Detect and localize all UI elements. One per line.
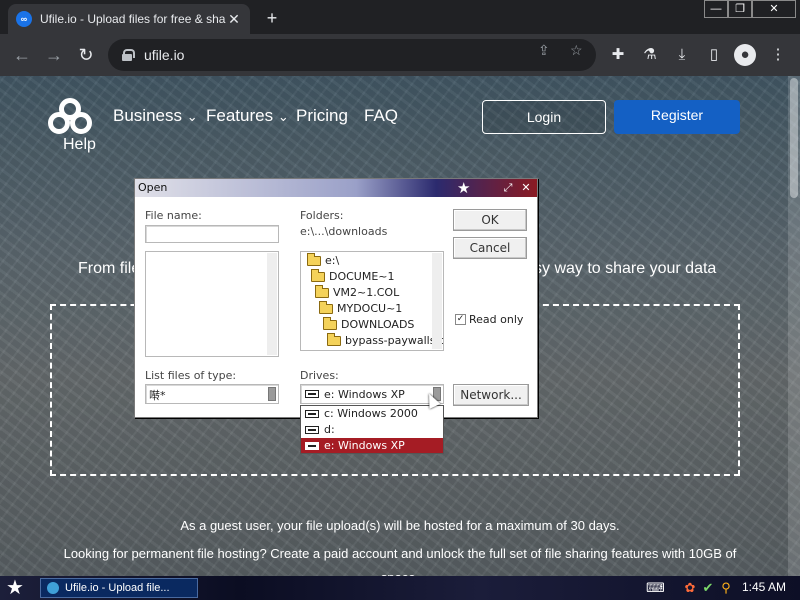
guest-notice: As a guest user, your file upload(s) wil… — [180, 518, 620, 533]
open-file-dialog: Open ★ ⤢ ✕ File name: Folders: e:\...\do… — [134, 178, 538, 418]
folder-item[interactable]: MYDOCU~1 — [319, 300, 402, 315]
dialog-title: Open — [138, 181, 168, 194]
cd-drive-icon — [305, 425, 319, 434]
folder-item[interactable]: e:\ — [307, 252, 339, 267]
drive-icon — [305, 409, 319, 418]
drives-label: Drives: — [300, 369, 339, 382]
forward-arrow-icon[interactable]: → — [42, 43, 66, 67]
keyboard-icon[interactable]: ⌨ — [646, 580, 665, 596]
search-icon[interactable]: ⚲ — [718, 580, 734, 596]
reload-icon[interactable]: ↻ — [74, 43, 98, 67]
dialog-close-icon[interactable]: ✕ — [519, 181, 533, 195]
hero-text-left: From file — [78, 260, 141, 277]
taskbar-item-label: Ufile.io - Upload file... — [65, 582, 170, 594]
tab-strip: ∞ Ufile.io - Upload files for free & sha… — [0, 0, 800, 34]
download-icon[interactable]: ⤓ — [670, 43, 694, 67]
tab-title: Ufile.io - Upload files for free & shar — [40, 12, 226, 26]
taskbar-item-ufile[interactable]: Ufile.io - Upload file... — [40, 578, 198, 598]
help-link[interactable]: Help — [63, 136, 96, 154]
minimize-button[interactable]: — — [704, 0, 728, 18]
file-list-scrollbar[interactable] — [267, 253, 277, 355]
drive-icon — [305, 441, 319, 450]
dialog-minimize-icon[interactable]: ⤢ — [501, 181, 515, 195]
open-folder-icon — [307, 252, 321, 266]
nav-features[interactable]: Features ⌄ — [206, 106, 289, 126]
taskbar: ★ Ufile.io - Upload file... ⌨ ✿ ✔ ⚲ 1:45… — [0, 576, 800, 600]
network-button[interactable]: Network... — [453, 384, 529, 406]
sync-tray-icon[interactable]: ✔ — [700, 580, 716, 596]
share-icon[interactable]: ⇪ — [538, 42, 550, 59]
nav-faq[interactable]: FAQ — [364, 106, 398, 126]
open-folder-icon — [315, 284, 329, 298]
folder-item[interactable]: DOCUME~1 — [311, 268, 395, 283]
star-icon: ★ — [457, 179, 471, 197]
dialog-titlebar[interactable]: Open — [135, 179, 537, 197]
browser-tab[interactable]: ∞ Ufile.io - Upload files for free & sha… — [8, 4, 250, 34]
folder-tree-scrollbar[interactable] — [432, 253, 442, 349]
read-only-label: Read only — [469, 313, 524, 326]
nav-pricing[interactable]: Pricing — [296, 106, 348, 126]
bookmark-star-icon[interactable]: ☆ — [570, 42, 583, 59]
menu-kebab-icon[interactable]: ⋮ — [766, 43, 790, 67]
nav-features-label: Features — [206, 106, 274, 125]
register-button[interactable]: Register — [614, 100, 740, 134]
network-tray-icon[interactable]: ✿ — [682, 580, 698, 596]
drives-select[interactable]: e: Windows XP — [300, 384, 444, 404]
folder-item[interactable]: bypass-paywalls-c — [327, 332, 443, 347]
list-type-label: List files of type: — [145, 369, 237, 382]
taskbar-clock: 1:45 AM — [742, 580, 787, 594]
nav-business[interactable]: Business ⌄ — [113, 106, 198, 126]
ufile-favicon-icon: ∞ — [16, 11, 32, 27]
tab-close-icon[interactable]: ✕ — [226, 11, 242, 28]
folders-label: Folders: — [300, 209, 344, 222]
url-text: ufile.io — [144, 47, 185, 63]
file-list[interactable] — [145, 251, 279, 357]
drives-value: e: Windows XP — [324, 387, 405, 401]
drive-option[interactable]: c: Windows 2000 — [301, 406, 443, 421]
folder-tree[interactable]: e:\ DOCUME~1 VM2~1.COL MYDOCU~1 DOWNLOAD… — [300, 251, 444, 351]
address-bar[interactable]: ufile.io — [108, 39, 596, 71]
drive-icon — [305, 390, 319, 398]
nav-business-label: Business — [113, 106, 182, 125]
star-icon[interactable]: ★ — [6, 577, 24, 599]
extensions-puzzle-icon[interactable]: ✚ — [606, 43, 630, 67]
ufile-logo[interactable] — [48, 98, 98, 138]
back-arrow-icon[interactable]: ← — [10, 43, 34, 67]
chevron-down-icon: ⌄ — [186, 109, 198, 124]
browser-toolbar: ← → ↻ ufile.io ⇪ ☆ ✚ ⚗ ⤓ ▯ ● ⋮ — [0, 34, 800, 76]
file-name-input[interactable] — [145, 225, 279, 243]
hero-text-right: sy way to share your data — [534, 260, 717, 277]
folder-icon — [327, 332, 341, 346]
lab-flask-icon[interactable]: ⚗ — [638, 43, 662, 67]
file-name-label: File name: — [145, 209, 202, 222]
open-folder-icon — [323, 316, 337, 330]
list-type-select[interactable]: 啭* — [145, 384, 279, 404]
folder-item[interactable]: VM2~1.COL — [315, 284, 399, 299]
open-folder-icon — [311, 268, 325, 282]
browser-icon — [47, 582, 59, 594]
permanent-hosting-notice: Looking for permanent file hosting? Crea… — [63, 546, 737, 576]
close-window-button[interactable]: ✕ — [752, 0, 796, 18]
restore-button[interactable]: ❐ — [728, 0, 752, 18]
drive-option[interactable]: d: — [301, 422, 443, 437]
list-type-value: 啭* — [149, 389, 166, 402]
chevron-down-icon: ⌄ — [277, 109, 289, 124]
login-button[interactable]: Login — [482, 100, 606, 134]
cancel-button[interactable]: Cancel — [453, 237, 527, 259]
open-folder-icon — [319, 300, 333, 314]
side-panel-icon[interactable]: ▯ — [702, 43, 726, 67]
new-tab-button[interactable]: + — [262, 8, 282, 28]
drive-option-selected[interactable]: e: Windows XP — [301, 438, 443, 453]
scrollbar-thumb[interactable] — [790, 78, 798, 198]
lock-icon — [122, 49, 135, 61]
dropdown-arrow-icon[interactable] — [268, 387, 276, 401]
folder-item[interactable]: DOWNLOADS — [323, 316, 414, 331]
read-only-checkbox[interactable]: ✓ — [455, 314, 466, 325]
page-scrollbar[interactable] — [788, 76, 800, 576]
ok-button[interactable]: OK — [453, 209, 527, 231]
folders-path: e:\...\downloads — [300, 225, 388, 238]
drives-dropdown-list[interactable]: c: Windows 2000 d: e: Windows XP — [300, 405, 444, 454]
profile-avatar-icon[interactable]: ● — [734, 44, 756, 66]
